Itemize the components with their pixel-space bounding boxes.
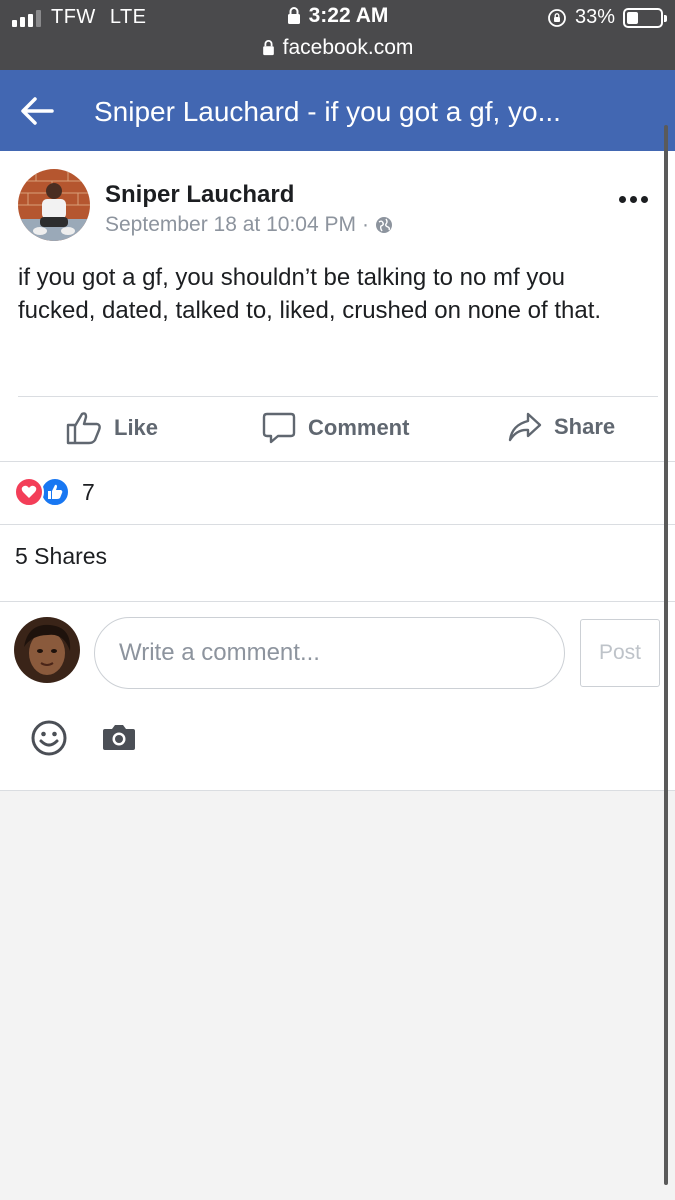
shares-count[interactable]: 5 Shares — [15, 543, 107, 570]
comment-button[interactable]: Comment — [262, 411, 409, 445]
reactions-summary[interactable]: 7 — [14, 477, 95, 507]
post-card: Sniper Lauchard September 18 at 10:04 PM… — [0, 151, 675, 791]
divider — [0, 461, 675, 462]
post-actions: Like Comment Share — [0, 397, 660, 461]
user-avatar — [14, 617, 80, 683]
rotation-lock-icon — [548, 8, 566, 27]
like-label: Like — [114, 415, 159, 440]
reaction-count: 7 — [82, 478, 95, 505]
more-options-icon[interactable] — [619, 189, 651, 209]
author-photo — [18, 169, 90, 241]
comment-input[interactable] — [94, 617, 565, 689]
thumbs-up-icon — [66, 412, 101, 445]
post-author[interactable]: Sniper Lauchard — [105, 181, 294, 209]
like-reaction-icon — [40, 477, 70, 507]
post-comment-button[interactable]: Post — [580, 619, 660, 687]
divider — [0, 601, 675, 602]
author-avatar[interactable] — [18, 169, 90, 241]
clock-time: 3:22 AM — [308, 4, 389, 27]
emoji-icon[interactable] — [30, 719, 68, 757]
share-label: Share — [554, 414, 616, 439]
page-title: Sniper Lauchard - if you got a gf, yo... — [94, 96, 561, 127]
page-header: Sniper Lauchard - if you got a gf, yo... — [0, 70, 675, 151]
globe-icon — [376, 217, 392, 233]
divider — [0, 524, 675, 525]
meta-separator: · — [362, 213, 369, 236]
battery-icon — [623, 7, 667, 28]
address-bar[interactable]: facebook.com — [0, 36, 675, 60]
like-button[interactable]: Like — [66, 411, 158, 445]
battery-percent: 33% — [574, 6, 615, 28]
post-timestamp[interactable]: September 18 at 10:04 PM — [105, 213, 356, 237]
comment-label: Comment — [308, 415, 410, 440]
post-text: if you got a gf, you shouldn’t be talkin… — [18, 264, 602, 324]
camera-icon[interactable] — [102, 722, 136, 752]
share-arrow-icon — [508, 412, 542, 442]
status-right: 33% — [547, 6, 667, 29]
post-meta: September 18 at 10:04 PM · — [105, 213, 393, 237]
lock-icon — [287, 7, 300, 24]
user-photo — [14, 617, 80, 683]
love-reaction-icon — [14, 477, 44, 507]
url-text: facebook.com — [282, 36, 414, 59]
scrollbar[interactable] — [664, 125, 668, 1185]
status-bar: TFW LTE 3:22 AM 33% facebook.com — [0, 0, 675, 70]
back-arrow-icon[interactable] — [20, 96, 54, 126]
share-button[interactable]: Share — [508, 411, 615, 443]
comment-icon — [262, 412, 296, 444]
lock-icon — [262, 40, 274, 56]
battery-fill — [627, 11, 638, 24]
